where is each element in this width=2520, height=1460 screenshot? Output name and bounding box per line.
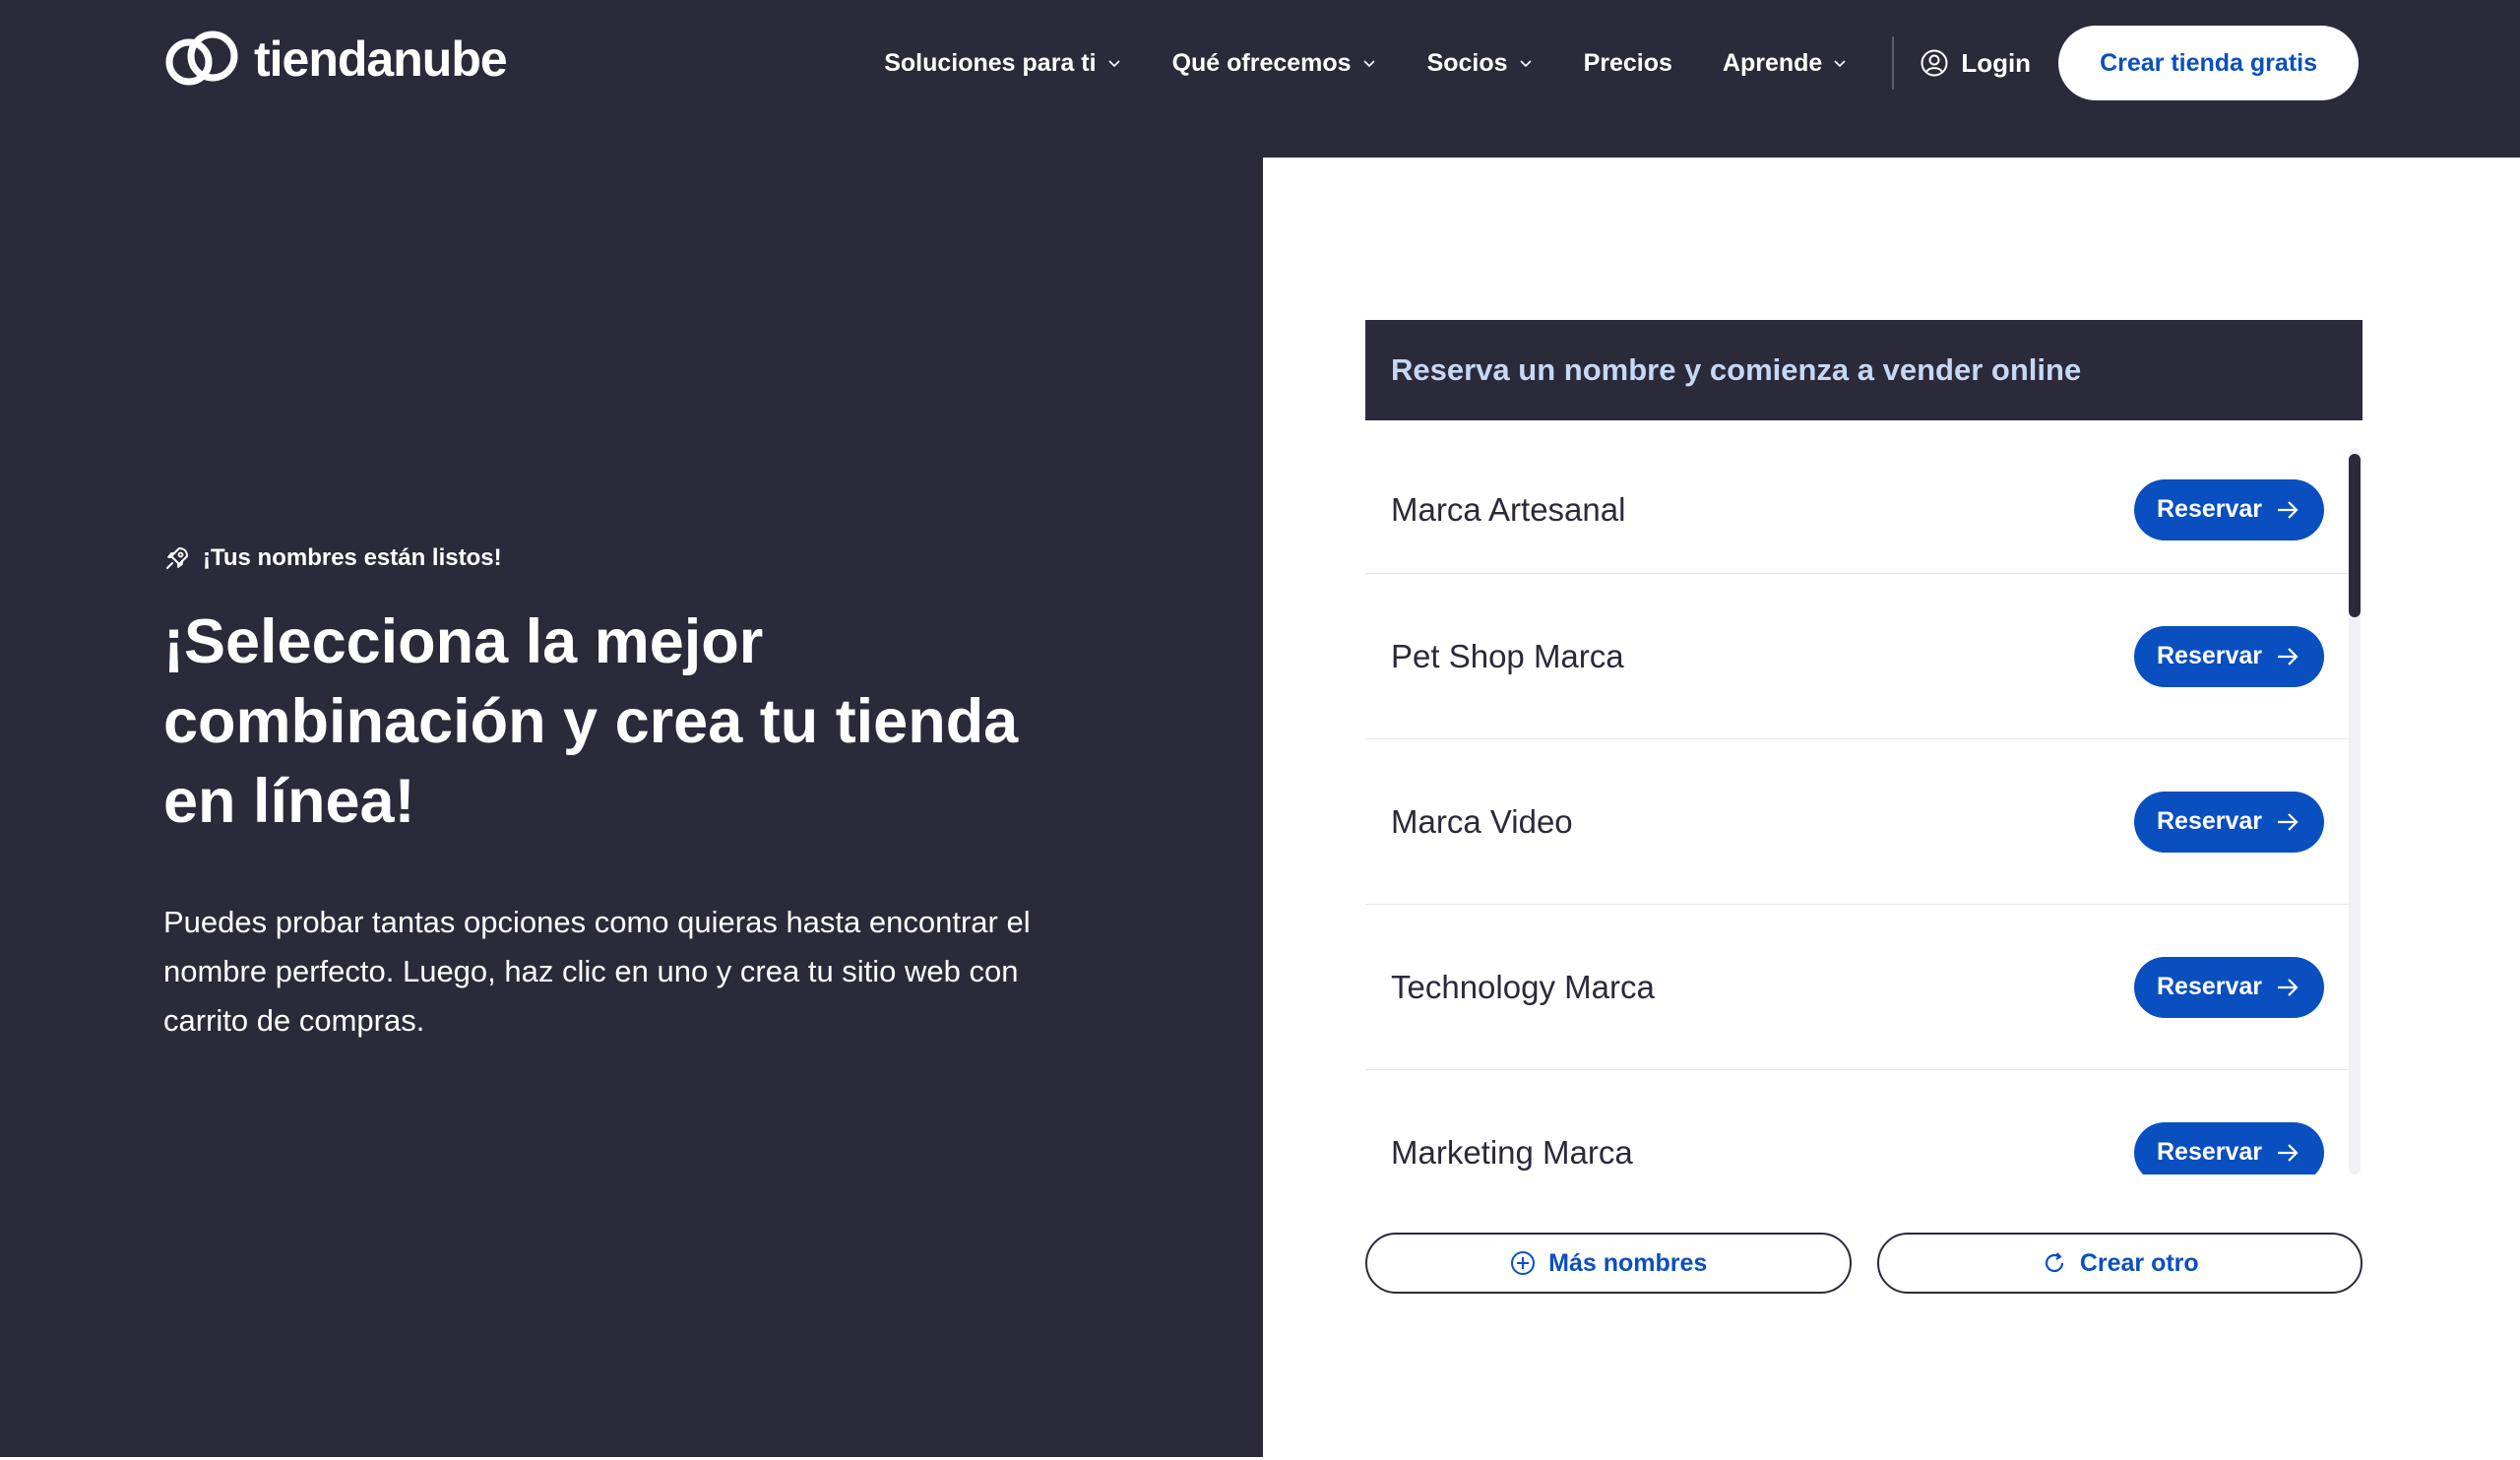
reserve-button[interactable]: Reservar — [2134, 478, 2324, 540]
create-another-button[interactable]: Crear otro — [1876, 1233, 2362, 1294]
page: tiendanube Soluciones para ti Qué ofrece… — [0, 0, 2520, 1460]
more-names-button[interactable]: Más nombres — [1365, 1233, 1852, 1294]
site-header: tiendanube Soluciones para ti Qué ofrece… — [0, 0, 2520, 158]
ready-badge-text: ¡Tus nombres están listos! — [203, 544, 502, 571]
chevron-down-icon — [1519, 60, 1532, 68]
rocket-icon — [166, 547, 188, 569]
arrow-right-icon — [2278, 647, 2299, 666]
reserve-button-label: Reservar — [2156, 642, 2263, 669]
cloud-logo-icon — [165, 31, 238, 86]
nav-item-label: Qué ofrecemos — [1171, 48, 1352, 77]
more-names-label: Más nombres — [1548, 1248, 1708, 1277]
names-list: Marca Artesanal Reservar Pet Shop Marca … — [1365, 446, 2350, 1174]
ready-badge: ¡Tus nombres están listos! — [163, 544, 502, 572]
list-item: Pet Shop Marca Reservar — [1365, 574, 2350, 739]
create-store-button[interactable]: Crear tienda gratis — [2058, 26, 2359, 100]
logo-text: tiendanube — [254, 32, 508, 87]
hero-description: Puedes probar tantas opciones como quier… — [163, 905, 1031, 1038]
arrow-right-icon — [2278, 812, 2299, 831]
nav-item-soluciones[interactable]: Soluciones para ti — [884, 49, 1121, 78]
hero-title: ¡Selecciona la mejor combinación y crea … — [163, 607, 1019, 836]
store-name: Marca Video — [1391, 802, 1573, 840]
list-item: Marca Video Reservar — [1365, 739, 2350, 905]
arrow-right-icon — [2278, 500, 2299, 519]
reserve-button-label: Reservar — [2156, 973, 2263, 1000]
reserve-button[interactable]: Reservar — [2134, 956, 2324, 1018]
list-item: Technology Marca Reservar — [1365, 905, 2350, 1070]
reserve-button-label: Reservar — [2156, 1138, 2263, 1166]
nav-item-label: Precios — [1583, 48, 1672, 77]
chevron-down-icon — [1834, 60, 1846, 68]
store-name: Technology Marca — [1391, 968, 1655, 1005]
scrollbar-thumb[interactable] — [2349, 454, 2361, 617]
logo[interactable]: tiendanube — [163, 28, 508, 91]
arrow-right-icon — [2278, 1143, 2299, 1162]
chevron-down-icon — [1363, 60, 1375, 68]
nav-item-aprende[interactable]: Aprende — [1723, 49, 1848, 78]
plus-circle-icon — [1511, 1251, 1536, 1275]
reserve-button[interactable]: Reservar — [2134, 625, 2324, 687]
nav-item-que-ofrecemos[interactable]: Qué ofrecemos — [1172, 49, 1377, 78]
names-panel: Reserva un nombre y comienza a vender on… — [1263, 158, 2520, 1457]
store-name: Marca Artesanal — [1391, 490, 1626, 528]
chevron-down-icon — [1107, 60, 1120, 68]
create-another-label: Crear otro — [2079, 1248, 2199, 1277]
store-name: Marketing Marca — [1391, 1133, 1633, 1171]
panel-actions: Más nombres Crear otro — [1365, 1233, 2362, 1294]
panel-heading: Reserva un nombre y comienza a vender on… — [1365, 320, 2362, 420]
names-scrollbar[interactable] — [2349, 448, 2361, 1174]
reserve-button-label: Reservar — [2156, 495, 2263, 523]
reserve-button[interactable]: Reservar — [2134, 1121, 2324, 1174]
refresh-icon — [2045, 1252, 2063, 1273]
nav-item-label: Socios — [1426, 48, 1508, 77]
nav-item-label: Aprende — [1722, 48, 1823, 77]
main-nav: Soluciones para ti Qué ofrecemos Socios … — [884, 26, 2359, 100]
list-item: Marca Artesanal Reservar — [1365, 446, 2350, 574]
store-name: Pet Shop Marca — [1391, 637, 1624, 674]
reserve-button[interactable]: Reservar — [2134, 791, 2324, 853]
reserve-button-label: Reservar — [2156, 807, 2263, 835]
nav-item-socios[interactable]: Socios — [1427, 49, 1534, 78]
login-link[interactable]: Login — [1920, 48, 2031, 79]
login-label: Login — [1961, 47, 2032, 78]
nav-item-label: Soluciones para ti — [884, 48, 1097, 77]
arrow-right-icon — [2278, 978, 2299, 996]
nav-divider — [1892, 36, 1895, 90]
user-circle-icon — [1921, 49, 1948, 77]
hero-section: ¡Tus nombres están listos! ¡Selecciona l… — [0, 158, 1263, 1457]
list-item: Marketing Marca Reservar — [1365, 1070, 2350, 1174]
nav-item-precios[interactable]: Precios — [1584, 49, 1672, 78]
